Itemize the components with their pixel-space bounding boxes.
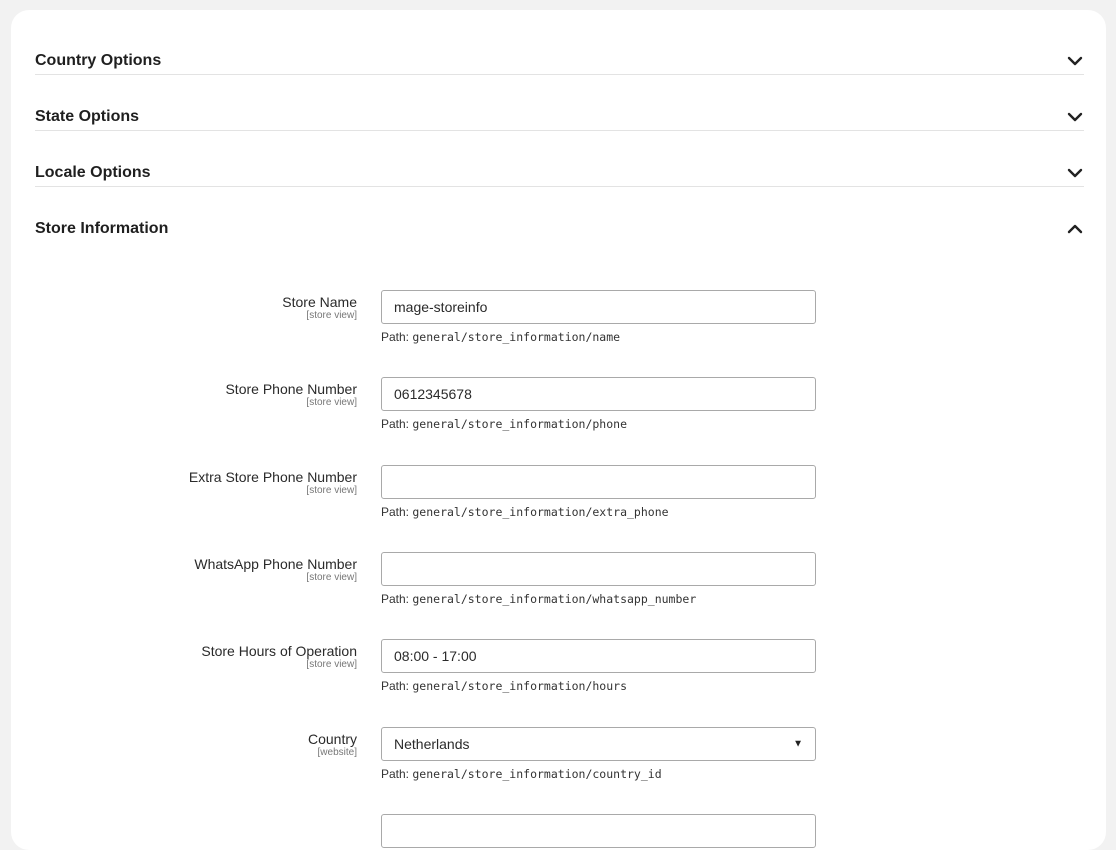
extra-phone-label: Extra Store Phone Number [store view] — [57, 469, 357, 497]
country-selected-value: Netherlands — [394, 736, 470, 752]
store-name-input[interactable] — [381, 290, 816, 324]
field-label-text: WhatsApp Phone Number — [194, 556, 357, 572]
config-card: Country Options State Options Locale Opt… — [11, 10, 1106, 850]
path-value: general/store_information/hours — [412, 679, 628, 693]
field-label-text: Store Phone Number — [225, 381, 357, 397]
store-hours-path: Path: general/store_information/hours — [381, 679, 627, 693]
section-store-information[interactable]: Store Information — [35, 186, 1084, 242]
scope-label: [store view] — [306, 310, 357, 321]
extra-phone-input[interactable] — [381, 465, 816, 499]
country-label: Country [website] — [57, 731, 357, 759]
path-prefix: Path: — [381, 592, 410, 606]
country-path: Path: general/store_information/country_… — [381, 767, 662, 781]
dropdown-arrow-icon: ▼ — [793, 738, 803, 750]
path-value: general/store_information/whatsapp_numbe… — [412, 592, 697, 606]
section-title: State Options — [35, 108, 140, 125]
whatsapp-phone-input[interactable] — [381, 552, 816, 586]
scope-label: [store view] — [306, 485, 357, 496]
section-title: Store Information — [35, 220, 169, 237]
scope-label: [website] — [317, 747, 357, 758]
chevron-down-icon — [1067, 112, 1083, 122]
section-title: Country Options — [35, 52, 162, 69]
section-country-options[interactable]: Country Options — [35, 18, 1084, 75]
whatsapp-phone-label: WhatsApp Phone Number [store view] — [57, 556, 357, 584]
field-label-text: Extra Store Phone Number — [188, 469, 357, 485]
path-prefix: Path: — [381, 417, 410, 431]
scope-label: [store view] — [306, 397, 357, 408]
path-value: general/store_information/country_id — [412, 767, 662, 781]
store-hours-label: Store Hours of Operation [store view] — [57, 643, 357, 671]
field-label-text: Country — [307, 731, 357, 747]
section-title: Locale Options — [35, 164, 151, 181]
next-field-input[interactable] — [381, 814, 816, 848]
path-value: general/store_information/phone — [412, 417, 628, 431]
path-prefix: Path: — [381, 767, 410, 781]
store-name-label: Store Name [store view] — [57, 294, 357, 322]
store-phone-input[interactable] — [381, 377, 816, 411]
path-value: general/store_information/name — [412, 330, 621, 344]
scope-label: [store view] — [306, 572, 357, 583]
chevron-up-icon — [1067, 224, 1083, 234]
store-phone-path: Path: general/store_information/phone — [381, 417, 627, 431]
whatsapp-phone-path: Path: general/store_information/whatsapp… — [381, 592, 696, 606]
path-value: general/store_information/extra_phone — [412, 505, 669, 519]
path-prefix: Path: — [381, 330, 410, 344]
chevron-down-icon — [1067, 56, 1083, 66]
field-label-text: Store Name — [282, 294, 357, 310]
store-hours-input[interactable] — [381, 639, 816, 673]
path-prefix: Path: — [381, 679, 410, 693]
country-select[interactable]: Netherlands ▼ — [381, 727, 816, 761]
section-locale-options[interactable]: Locale Options — [35, 130, 1084, 187]
store-phone-label: Store Phone Number [store view] — [57, 381, 357, 409]
section-state-options[interactable]: State Options — [35, 74, 1084, 131]
scope-label: [store view] — [306, 659, 357, 670]
chevron-down-icon — [1067, 168, 1083, 178]
field-label-text: Store Hours of Operation — [201, 643, 357, 659]
store-name-path: Path: general/store_information/name — [381, 330, 620, 344]
path-prefix: Path: — [381, 505, 410, 519]
extra-phone-path: Path: general/store_information/extra_ph… — [381, 505, 669, 519]
